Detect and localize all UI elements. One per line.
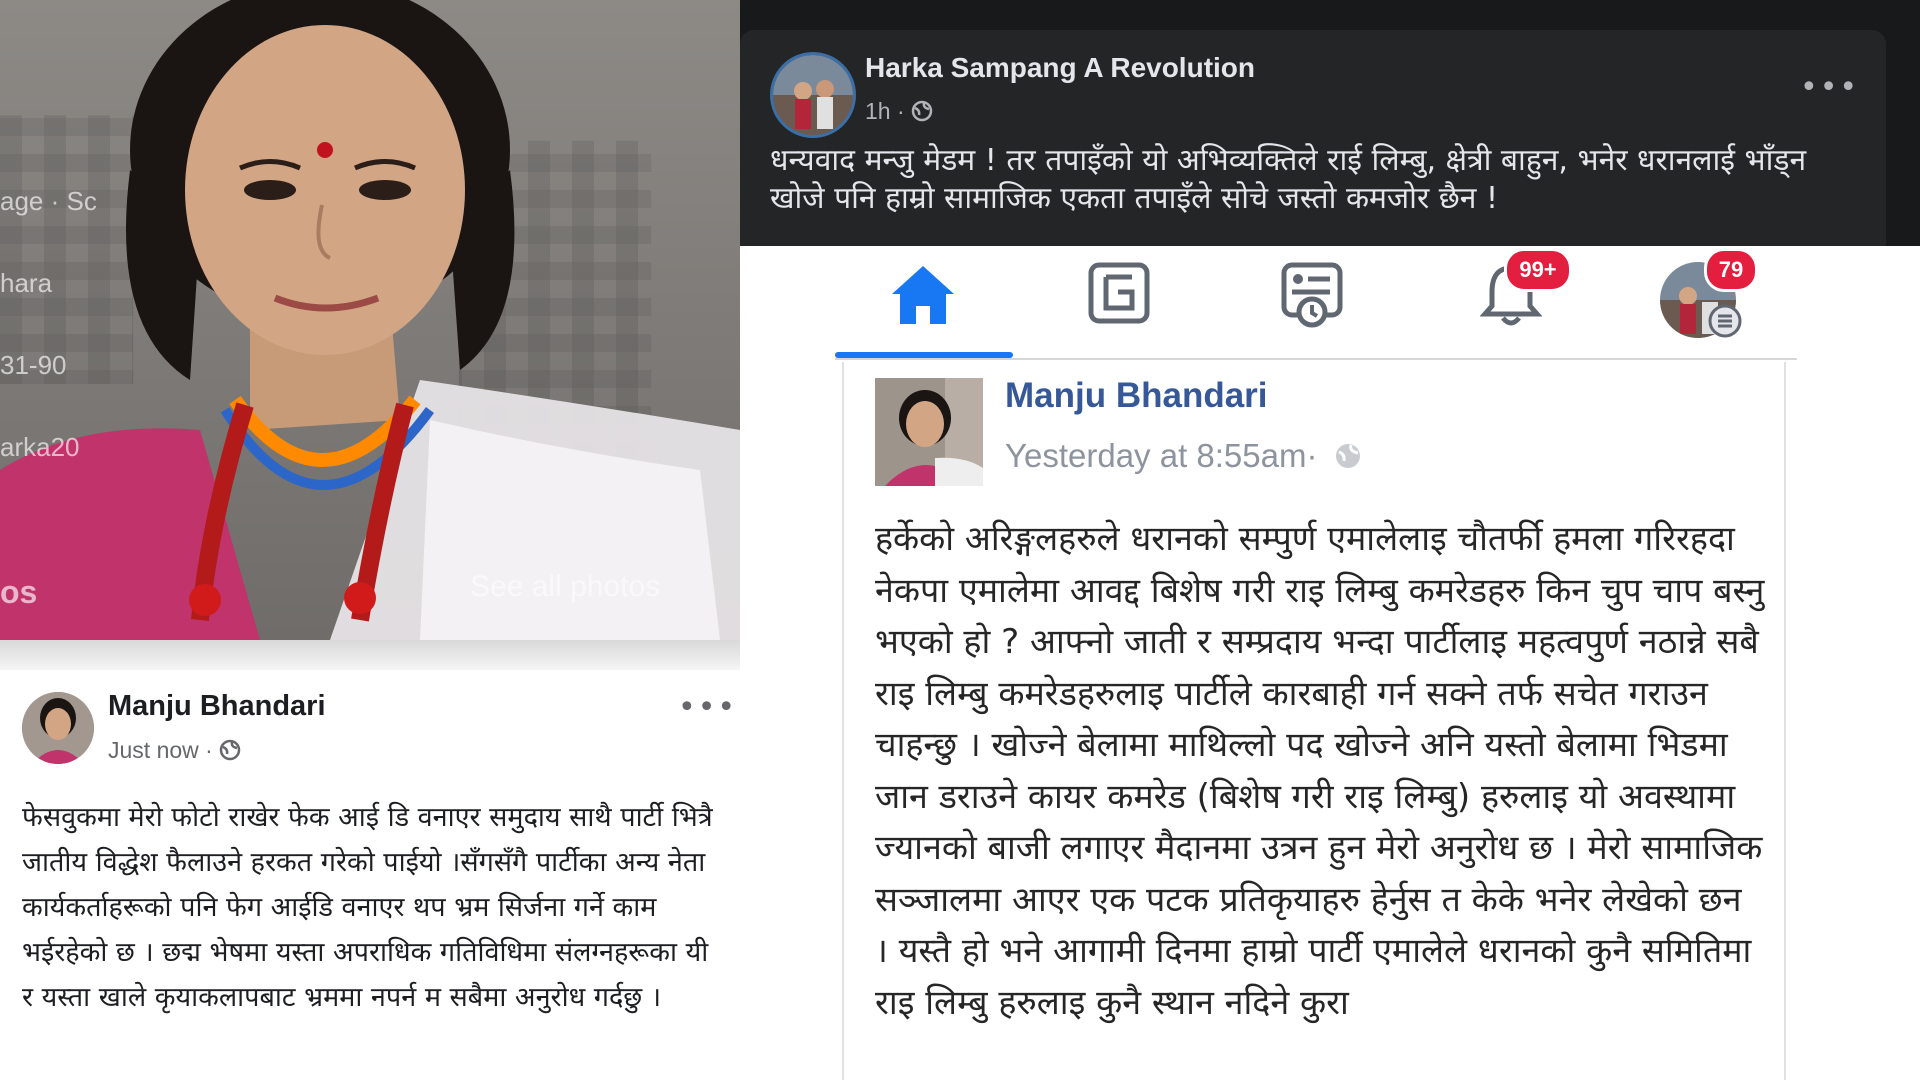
divider bbox=[835, 358, 1797, 360]
globe-icon bbox=[219, 739, 241, 767]
shared-post-body-text: हर्केको अरिङ्गलहरुले धरानको सम्पुर्ण एमा… bbox=[875, 519, 1765, 1023]
see-all-photos-link[interactable]: See all photos bbox=[470, 570, 660, 604]
overlay-label: 31-90 bbox=[0, 350, 67, 380]
watch-tab[interactable] bbox=[1088, 262, 1150, 328]
avatar[interactable] bbox=[875, 378, 983, 486]
watch-icon bbox=[1088, 262, 1150, 324]
divider bbox=[0, 640, 760, 670]
overlay-label: arka20 bbox=[0, 432, 80, 462]
timestamp-text: Just now · bbox=[108, 737, 213, 763]
menu-count-badge: 79 bbox=[1704, 248, 1758, 292]
home-tab[interactable] bbox=[888, 262, 958, 332]
newsfeed-icon bbox=[1281, 262, 1343, 328]
shared-post-author-name[interactable]: Manju Bhandari bbox=[1005, 376, 1268, 416]
notification-count-badge: 99+ bbox=[1504, 248, 1572, 292]
avatar[interactable] bbox=[770, 52, 856, 138]
post-author-name[interactable]: Harka Sampang A Revolution bbox=[865, 52, 1255, 84]
overlay-label: age · Sc bbox=[0, 186, 97, 216]
more-options-icon[interactable]: ••• bbox=[678, 690, 737, 725]
post-timestamp[interactable]: 1h · bbox=[865, 98, 933, 128]
timestamp-text: 1h · bbox=[865, 98, 905, 124]
news-tab[interactable] bbox=[1280, 262, 1344, 332]
woman-portrait-illustration bbox=[0, 0, 740, 640]
home-icon bbox=[892, 266, 954, 324]
globe-icon bbox=[911, 100, 933, 128]
post-timestamp[interactable]: Just now · bbox=[108, 737, 241, 767]
post-author-name[interactable]: Manju Bhandari bbox=[108, 690, 326, 723]
overlay-label: hara bbox=[0, 268, 53, 298]
globe-icon bbox=[1333, 441, 1363, 479]
post-body-text: फेसवुकमा मेरो फोटो राखेर फेक आई डि वनाएर… bbox=[22, 802, 713, 1013]
post-body-text: धन्यवाद मन्जु मेडम ! तर तपाइँको यो अभिव्… bbox=[770, 143, 1807, 216]
more-options-icon[interactable]: ••• bbox=[1800, 70, 1859, 105]
menu-icon bbox=[1708, 304, 1742, 338]
profile-photo[interactable]: age · Sc hara 31-90 arka20 os See all ph… bbox=[0, 0, 740, 640]
overlay-label: os bbox=[0, 574, 38, 610]
timestamp-text: Yesterday at 8:55am· bbox=[1005, 437, 1318, 474]
avatar[interactable] bbox=[22, 692, 94, 764]
shared-post-timestamp[interactable]: Yesterday at 8:55am· bbox=[1005, 437, 1363, 479]
